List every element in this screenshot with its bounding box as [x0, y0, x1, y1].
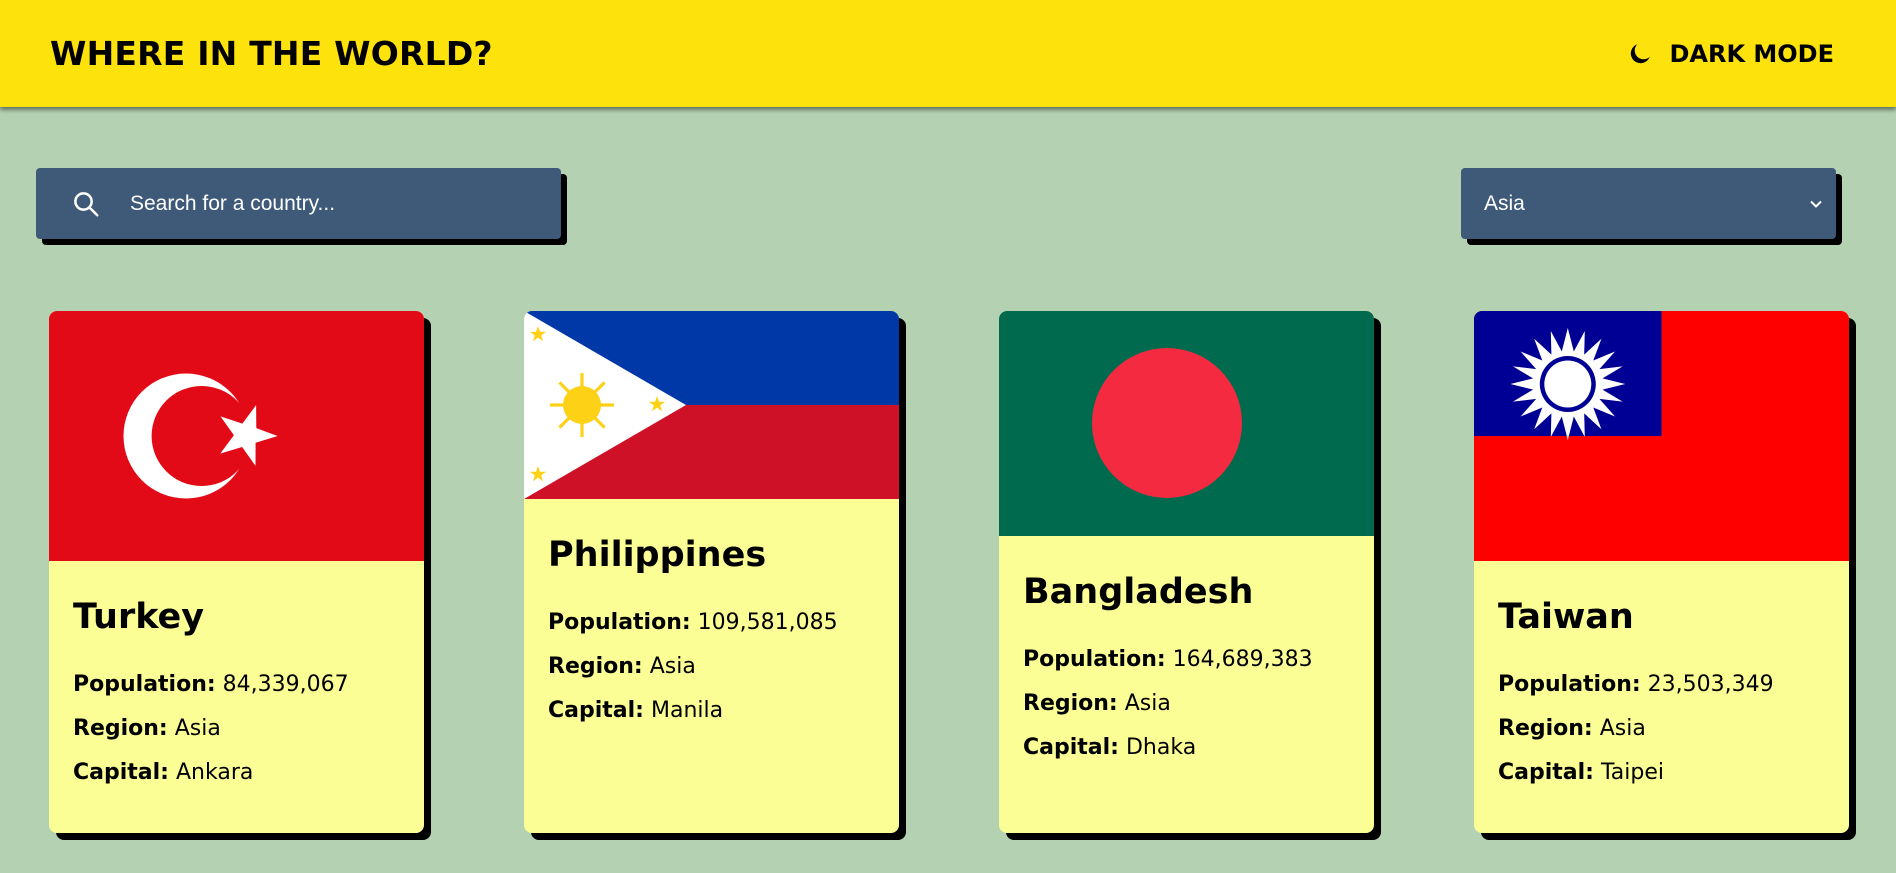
capital-row: Capital: Taipei [1498, 751, 1825, 795]
region-value: Asia [1124, 691, 1171, 716]
card-info: Philippines Population: 109,581,085 Regi… [524, 499, 899, 733]
population-row: Population: 84,339,067 [73, 663, 400, 707]
card-info: Taiwan Population: 23,503,349 Region: As… [1474, 561, 1849, 795]
population-value: 164,689,383 [1172, 647, 1313, 672]
card-info: Turkey Population: 84,339,067 Region: As… [49, 561, 424, 795]
region-row: Region: Asia [73, 707, 400, 751]
taiwan-flag [1474, 311, 1849, 561]
capital-value: Taipei [1600, 760, 1664, 785]
country-card-philippines[interactable]: Philippines Population: 109,581,085 Regi… [524, 311, 899, 833]
page-title: WHERE IN THE WORLD? [50, 34, 493, 73]
capital-label: Capital: [1498, 760, 1594, 785]
top-bar: WHERE IN THE WORLD? DARK MODE [0, 0, 1896, 107]
population-value: 84,339,067 [222, 672, 349, 697]
population-value: 109,581,085 [697, 610, 838, 635]
region-value: Asia [649, 654, 696, 679]
bangladesh-flag [999, 311, 1374, 536]
capital-label: Capital: [548, 698, 644, 723]
country-card-bangladesh[interactable]: Bangladesh Population: 164,689,383 Regio… [999, 311, 1374, 833]
capital-value: Ankara [175, 760, 254, 785]
population-row: Population: 109,581,085 [548, 601, 875, 645]
country-name: Taiwan [1498, 597, 1634, 637]
philippines-flag [524, 311, 899, 499]
country-card-taiwan[interactable]: Taiwan Population: 23,503,349 Region: As… [1474, 311, 1849, 833]
region-label: Region: [548, 654, 643, 679]
card-info: Bangladesh Population: 164,689,383 Regio… [999, 536, 1374, 770]
search-input[interactable] [101, 168, 561, 239]
search-icon [74, 191, 99, 216]
capital-value: Dhaka [1125, 735, 1197, 760]
country-card-turkey[interactable]: Turkey Population: 84,339,067 Region: As… [49, 311, 424, 833]
capital-label: Capital: [73, 760, 169, 785]
capital-row: Capital: Manila [548, 689, 875, 733]
population-label: Population: [73, 672, 216, 697]
region-value: Asia [174, 716, 221, 741]
population-label: Population: [1498, 672, 1641, 697]
country-name: Bangladesh [1023, 572, 1254, 612]
country-name: Philippines [548, 535, 767, 575]
region-label: Region: [1498, 716, 1593, 741]
capital-value: Manila [650, 698, 724, 723]
dark-mode-label: DARK MODE [1669, 39, 1834, 68]
search-bar [36, 168, 561, 239]
population-label: Population: [1023, 647, 1166, 672]
population-label: Population: [548, 610, 691, 635]
capital-row: Capital: Dhaka [1023, 726, 1350, 770]
region-row: Region: Asia [548, 645, 875, 689]
region-label: Region: [73, 716, 168, 741]
country-name: Turkey [73, 597, 205, 637]
population-row: Population: 164,689,383 [1023, 638, 1350, 682]
region-filter-value: Asia [1484, 191, 1525, 215]
population-row: Population: 23,503,349 [1498, 663, 1825, 707]
dark-mode-toggle[interactable]: DARK MODE [1627, 40, 1834, 68]
moon-icon [1631, 43, 1651, 63]
region-row: Region: Asia [1023, 682, 1350, 726]
region-filter-select[interactable]: Asia [1461, 168, 1836, 239]
population-value: 23,503,349 [1647, 672, 1774, 697]
region-label: Region: [1023, 691, 1118, 716]
region-row: Region: Asia [1498, 707, 1825, 751]
turkey-flag [49, 311, 424, 561]
capital-row: Capital: Ankara [73, 751, 400, 795]
chevron-down-icon [1810, 200, 1822, 208]
region-value: Asia [1599, 716, 1646, 741]
capital-label: Capital: [1023, 735, 1119, 760]
